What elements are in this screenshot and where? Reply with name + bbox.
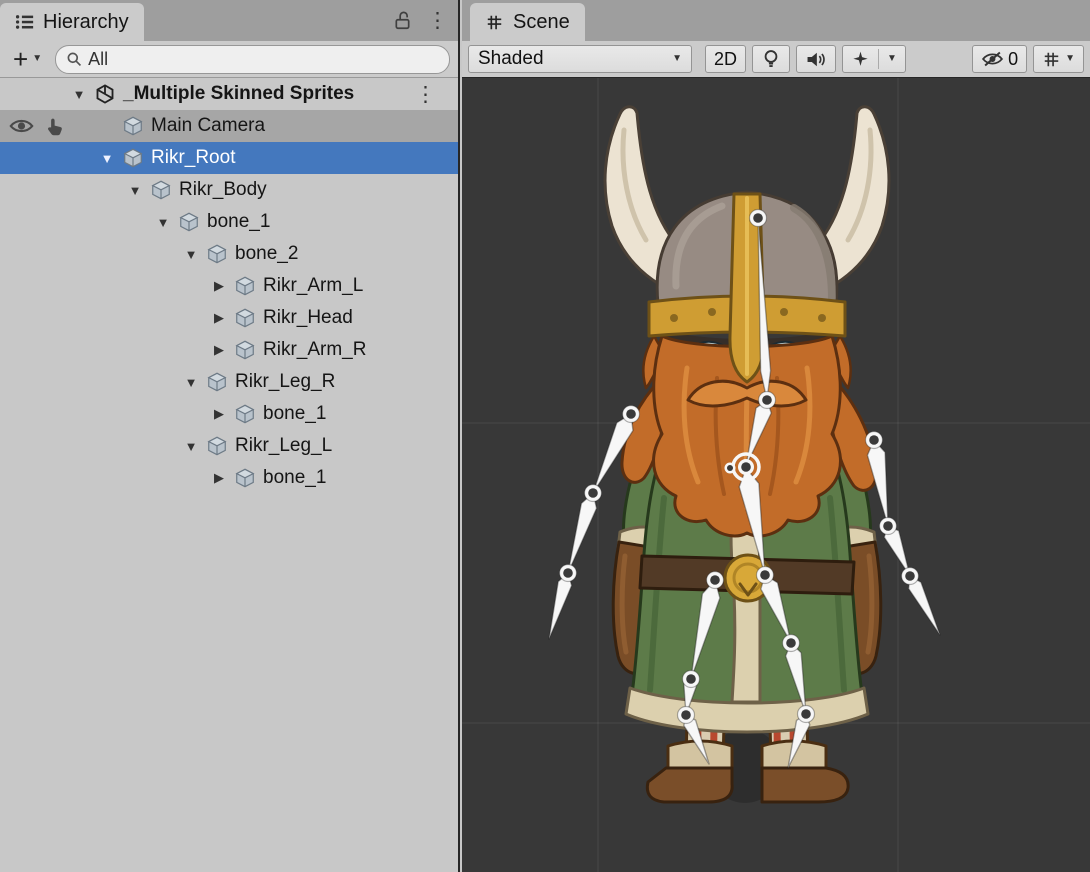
foldout-icon[interactable]: ▶ (206, 342, 232, 358)
chevron-down-icon: ▼ (1065, 54, 1075, 64)
foldout-icon[interactable]: ▼ (150, 215, 176, 230)
scene-tabstrip: Scene (462, 0, 1090, 41)
foldout-icon[interactable]: ▼ (122, 183, 148, 198)
grid-icon (485, 13, 504, 32)
foldout-icon[interactable]: ▼ (178, 247, 204, 262)
audio-toggle-button[interactable] (796, 45, 836, 73)
hierarchy-row[interactable]: ▼ bone_1 (0, 206, 458, 238)
lighting-toggle-button[interactable] (752, 45, 790, 73)
search-input[interactable] (88, 49, 439, 70)
cube-icon (120, 146, 146, 170)
cube-icon (232, 306, 258, 330)
foldout-icon[interactable]: ▶ (206, 310, 232, 326)
hierarchy-toolbar: + ▼ (0, 41, 458, 78)
hierarchy-row[interactable]: ▼ Rikr_Root (0, 142, 458, 174)
panel-menu-icon[interactable]: ⋮ (427, 10, 448, 31)
hierarchy-row[interactable]: Main Camera (0, 110, 458, 142)
sparkle-icon (851, 50, 870, 69)
hierarchy-row[interactable]: ▶ bone_1 (0, 462, 458, 494)
hierarchy-item-label: Rikr_Body (179, 179, 267, 201)
hierarchy-tab-label: Hierarchy (43, 11, 129, 34)
foldout-icon[interactable]: ▼ (178, 439, 204, 454)
hierarchy-panel: Hierarchy ⋮ + ▼ ▼ _Multiple Skinned Spri… (0, 0, 460, 872)
shading-mode-label: Shaded (478, 48, 544, 70)
divider (878, 49, 879, 69)
grid-settings-button[interactable]: ▼ (1033, 45, 1084, 73)
cube-icon (232, 338, 258, 362)
cube-icon (204, 434, 230, 458)
search-icon (66, 51, 83, 68)
hierarchy-item-label: bone_1 (263, 467, 326, 489)
hierarchy-search[interactable] (55, 45, 450, 74)
tab-scene[interactable]: Scene (470, 3, 585, 41)
create-object-button[interactable]: + ▼ (8, 46, 47, 72)
hidden-count: 0 (1008, 49, 1018, 70)
list-icon (15, 14, 34, 30)
cube-icon (232, 466, 258, 490)
hierarchy-row[interactable]: ▼ Rikr_Body (0, 174, 458, 206)
unity-scene-icon (92, 82, 118, 106)
hierarchy-item-label: bone_2 (235, 243, 298, 265)
effects-dropdown-button[interactable]: ▼ (842, 45, 906, 73)
hierarchy-item-label: Rikr_Head (263, 307, 353, 329)
foldout-icon[interactable]: ▼ (178, 375, 204, 390)
scene-toolbar: Shaded ▼ 2D ▼ 0 (462, 41, 1090, 78)
chevron-down-icon: ▼ (887, 54, 897, 64)
cube-icon (204, 242, 230, 266)
hierarchy-item-label: bone_1 (263, 403, 326, 425)
hierarchy-item-label: Rikr_Arm_L (263, 275, 363, 297)
foldout-icon[interactable]: ▼ (94, 151, 120, 166)
hierarchy-row[interactable]: ▼ Rikr_Leg_R (0, 366, 458, 398)
hierarchy-row[interactable]: ▶ Rikr_Arm_L (0, 270, 458, 302)
hand-icon[interactable] (45, 116, 66, 137)
hierarchy-row[interactable]: ▶ Rikr_Head (0, 302, 458, 334)
hierarchy-item-label: Rikr_Root (151, 147, 235, 169)
hierarchy-item-label: Main Camera (151, 115, 265, 137)
scene-panel: Scene Shaded ▼ 2D ▼ (462, 0, 1090, 872)
speaker-icon (805, 50, 827, 69)
plus-icon: + (13, 46, 28, 72)
hierarchy-item-label: Rikr_Leg_L (235, 435, 332, 457)
foldout-icon[interactable]: ▼ (66, 87, 92, 102)
2d-label: 2D (714, 49, 737, 70)
scene-viewport[interactable] (462, 78, 1090, 872)
hierarchy-row[interactable]: ▶ Rikr_Arm_R (0, 334, 458, 366)
chevron-down-icon: ▼ (32, 54, 42, 64)
hierarchy-row[interactable]: ▶ bone_1 (0, 398, 458, 430)
hierarchy-tabstrip: Hierarchy ⋮ (0, 0, 458, 41)
grid-icon (1042, 50, 1061, 69)
eye-hidden-icon (981, 50, 1004, 68)
hierarchy-row[interactable]: ▼ bone_2 (0, 238, 458, 270)
foldout-icon[interactable]: ▶ (206, 278, 232, 294)
foldout-icon[interactable]: ▶ (206, 406, 232, 422)
2d-toggle-button[interactable]: 2D (705, 45, 746, 73)
cube-icon (148, 178, 174, 202)
shading-mode-dropdown[interactable]: Shaded ▼ (468, 45, 692, 73)
eye-icon[interactable] (9, 117, 34, 135)
cube-icon (204, 370, 230, 394)
scene-tab-label: Scene (513, 11, 570, 34)
hierarchy-tree: ▼ _Multiple Skinned Sprites ⋮ Main Camer… (0, 78, 458, 494)
hierarchy-item-label: Rikr_Arm_R (263, 339, 366, 361)
item-menu-icon[interactable]: ⋮ (415, 82, 436, 107)
cube-icon (176, 210, 202, 234)
chevron-down-icon: ▼ (672, 54, 682, 64)
cube-icon (120, 114, 146, 138)
hierarchy-row[interactable]: ▼ Rikr_Leg_L (0, 430, 458, 462)
hierarchy-item-label: bone_1 (207, 211, 270, 233)
cube-icon (232, 402, 258, 426)
lightbulb-icon (761, 48, 781, 70)
hierarchy-row[interactable]: ▼ _Multiple Skinned Sprites ⋮ (0, 78, 458, 110)
tab-hierarchy[interactable]: Hierarchy (0, 3, 144, 41)
hierarchy-item-label: Rikr_Leg_R (235, 371, 335, 393)
hierarchy-item-label: _Multiple Skinned Sprites (123, 83, 354, 105)
foldout-icon[interactable]: ▶ (206, 470, 232, 486)
scene-visibility-button[interactable]: 0 (972, 45, 1027, 73)
cube-icon (232, 274, 258, 298)
lock-icon[interactable] (394, 10, 411, 31)
